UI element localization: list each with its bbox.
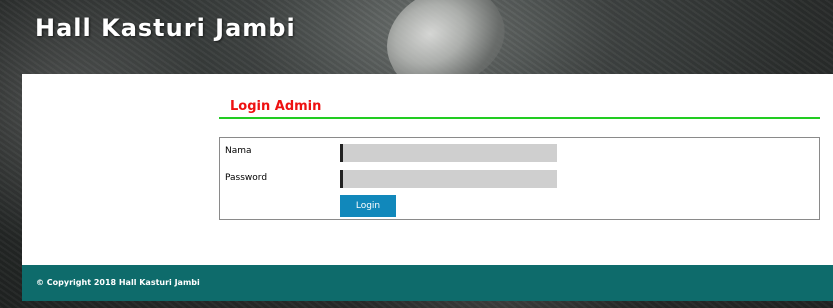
login-form: Nama Password Login [219,137,820,220]
footer-bar: © Copyright 2018 Hall Kasturi Jambi [22,265,833,301]
nama-label: Nama [225,146,252,156]
login-title: Login Admin [230,99,322,114]
title-divider [219,117,820,119]
login-button[interactable]: Login [340,195,396,217]
site-title: Hall Kasturi Jambi [35,14,296,42]
content-panel: Login Admin Nama Password Login [22,74,833,265]
nama-input[interactable] [340,144,557,162]
password-input[interactable] [340,170,557,188]
footer-copyright: © Copyright 2018 Hall Kasturi Jambi [36,278,200,287]
password-label: Password [225,173,268,183]
